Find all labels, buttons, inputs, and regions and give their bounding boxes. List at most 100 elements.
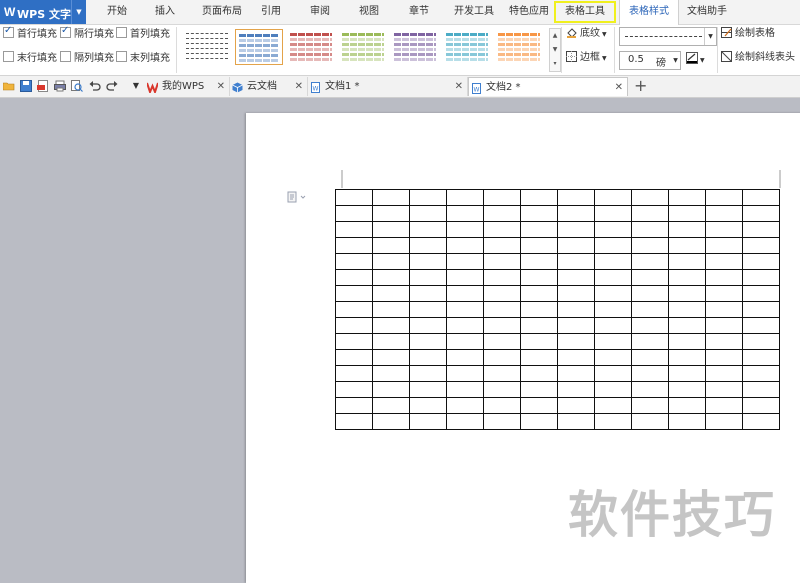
table-cell[interactable]: [483, 333, 521, 350]
document-table[interactable]: [335, 189, 780, 430]
table-cell[interactable]: [520, 301, 558, 318]
table-cell[interactable]: [446, 189, 484, 206]
chevron-up-icon[interactable]: ▲: [550, 29, 560, 43]
table-cell[interactable]: [742, 413, 780, 430]
table-cell[interactable]: [446, 397, 484, 414]
table-cell[interactable]: [705, 413, 743, 430]
line-style-select[interactable]: ▼: [619, 27, 717, 46]
table-cell[interactable]: [372, 381, 410, 398]
table-cell[interactable]: [594, 285, 632, 302]
table-cell[interactable]: [409, 253, 447, 270]
table-cell[interactable]: [409, 301, 447, 318]
line-color-button[interactable]: ▼: [686, 52, 705, 68]
table-cell[interactable]: [631, 333, 669, 350]
table-cell[interactable]: [668, 413, 706, 430]
gallery-scroller[interactable]: ▲ ▼ ▾: [549, 28, 561, 72]
table-cell[interactable]: [483, 285, 521, 302]
table-cell[interactable]: [372, 237, 410, 254]
table-cell[interactable]: [557, 285, 595, 302]
table-cell[interactable]: [668, 221, 706, 238]
table-cell[interactable]: [446, 253, 484, 270]
table-style-thumb[interactable]: [339, 29, 387, 65]
borders-button[interactable]: 边框 ▼: [566, 50, 607, 66]
table-cell[interactable]: [631, 285, 669, 302]
print-preview-icon[interactable]: [71, 80, 83, 92]
table-cell[interactable]: [631, 205, 669, 222]
table-cell[interactable]: [372, 301, 410, 318]
table-cell[interactable]: [631, 349, 669, 366]
table-cell[interactable]: [631, 365, 669, 382]
table-cell[interactable]: [631, 413, 669, 430]
table-cell[interactable]: [742, 237, 780, 254]
table-cell[interactable]: [409, 269, 447, 286]
table-cell[interactable]: [483, 365, 521, 382]
table-cell[interactable]: [705, 317, 743, 334]
table-cell[interactable]: [557, 397, 595, 414]
table-cell[interactable]: [335, 397, 373, 414]
table-cell[interactable]: [335, 349, 373, 366]
table-cell[interactable]: [409, 397, 447, 414]
table-cell[interactable]: [742, 269, 780, 286]
table-cell[interactable]: [483, 253, 521, 270]
table-cell[interactable]: [557, 189, 595, 206]
table-cell[interactable]: [557, 237, 595, 254]
table-cell[interactable]: [557, 269, 595, 286]
table-cell[interactable]: [705, 269, 743, 286]
table-cell[interactable]: [483, 189, 521, 206]
table-cell[interactable]: [742, 253, 780, 270]
table-cell[interactable]: [372, 333, 410, 350]
last-col-option[interactable]: 末列填充: [116, 51, 170, 65]
table-cell[interactable]: [594, 301, 632, 318]
tab-reference[interactable]: 引用: [253, 0, 289, 24]
first-col-option[interactable]: 首列填充: [116, 27, 170, 41]
gallery-more-icon[interactable]: ▾: [550, 57, 560, 71]
table-cell[interactable]: [557, 381, 595, 398]
table-cell[interactable]: [483, 221, 521, 238]
table-cell[interactable]: [668, 301, 706, 318]
table-cell[interactable]: [372, 269, 410, 286]
tab-table-style[interactable]: 表格样式: [619, 0, 679, 25]
table-cell[interactable]: [594, 189, 632, 206]
tab-page-layout[interactable]: 页面布局: [195, 0, 249, 24]
table-cell[interactable]: [705, 333, 743, 350]
doctab-my-wps[interactable]: 我的WPS ✕: [145, 77, 230, 96]
table-cell[interactable]: [520, 205, 558, 222]
table-cell[interactable]: [335, 301, 373, 318]
table-cell[interactable]: [335, 333, 373, 350]
table-style-thumb[interactable]: [391, 29, 439, 65]
table-cell[interactable]: [446, 333, 484, 350]
table-cell[interactable]: [446, 349, 484, 366]
table-cell[interactable]: [705, 253, 743, 270]
table-cell[interactable]: [520, 381, 558, 398]
table-cell[interactable]: [705, 237, 743, 254]
doctab-cloud-docs[interactable]: 云文档 ✕: [230, 77, 308, 96]
table-cell[interactable]: [446, 269, 484, 286]
table-cell[interactable]: [668, 253, 706, 270]
table-cell[interactable]: [557, 221, 595, 238]
table-cell[interactable]: [372, 349, 410, 366]
table-cell[interactable]: [520, 413, 558, 430]
table-cell[interactable]: [631, 381, 669, 398]
chevron-down-icon[interactable]: ▼: [671, 52, 680, 69]
table-cell[interactable]: [742, 205, 780, 222]
table-cell[interactable]: [742, 301, 780, 318]
table-cell[interactable]: [705, 285, 743, 302]
table-cell[interactable]: [594, 221, 632, 238]
table-cell[interactable]: [705, 381, 743, 398]
table-cell[interactable]: [631, 189, 669, 206]
table-cell[interactable]: [409, 189, 447, 206]
table-cell[interactable]: [705, 365, 743, 382]
table-cell[interactable]: [705, 221, 743, 238]
table-cell[interactable]: [372, 189, 410, 206]
table-cell[interactable]: [409, 349, 447, 366]
last-row-option[interactable]: 末行填充: [3, 51, 57, 65]
close-icon[interactable]: ✕: [615, 78, 623, 97]
table-cell[interactable]: [409, 381, 447, 398]
open-folder-icon[interactable]: [2, 80, 15, 92]
table-cell[interactable]: [631, 221, 669, 238]
table-cell[interactable]: [668, 285, 706, 302]
table-cell[interactable]: [372, 205, 410, 222]
shading-button[interactable]: 底纹 ▼: [566, 26, 607, 42]
paste-options-icon[interactable]: [287, 191, 307, 206]
table-cell[interactable]: [557, 333, 595, 350]
